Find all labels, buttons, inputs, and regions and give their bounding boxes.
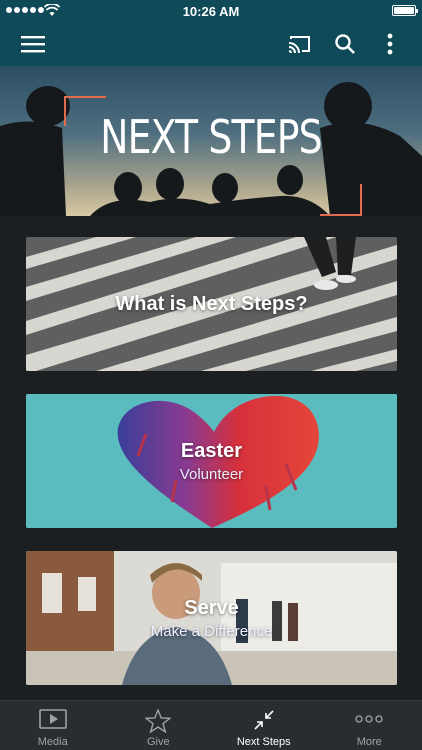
more-vert-icon[interactable]	[376, 30, 404, 58]
card-title: What is Next Steps?	[115, 293, 308, 315]
tab-next-steps[interactable]: Next Steps	[211, 701, 317, 750]
hero-banner: NEXT STEPS	[0, 66, 422, 216]
card-title: Serve	[184, 597, 239, 619]
next-steps-feed: What is Next Steps? Easter Volunteer Ser…	[0, 216, 422, 700]
tab-bar: Media Give Next Steps More	[0, 700, 422, 750]
card-serve[interactable]: Serve Make a Difference	[26, 551, 397, 685]
hero-bracket-bottom-right	[320, 184, 362, 216]
battery-icon	[392, 5, 418, 16]
tab-label: Media	[37, 736, 68, 748]
compress-arrows-icon	[254, 710, 274, 730]
tab-label: More	[356, 736, 382, 748]
cast-icon[interactable]	[286, 30, 314, 58]
card-what-is-next-steps[interactable]: What is Next Steps?	[26, 237, 397, 371]
card-title: Easter	[180, 440, 243, 462]
hero-title: NEXT STEPS	[100, 110, 322, 164]
card-subtitle: Make a Difference	[150, 623, 273, 640]
tab-label: Give	[146, 736, 170, 748]
tab-label: Next Steps	[236, 736, 291, 748]
app-bar	[0, 22, 422, 66]
tab-give[interactable]: Give	[106, 701, 212, 750]
search-icon[interactable]	[331, 30, 359, 58]
status-time: 10:26 AM	[182, 4, 240, 19]
status-bar: 10:26 AM	[0, 0, 422, 22]
media-play-icon	[38, 709, 67, 729]
star-icon	[145, 709, 172, 733]
tab-media[interactable]: Media	[0, 701, 106, 750]
more-horiz-icon	[355, 715, 383, 723]
tab-more[interactable]: More	[317, 701, 422, 750]
card-subtitle: Volunteer	[179, 466, 244, 483]
hamburger-menu-icon[interactable]	[19, 30, 47, 58]
card-easter-volunteer[interactable]: Easter Volunteer	[26, 394, 397, 528]
